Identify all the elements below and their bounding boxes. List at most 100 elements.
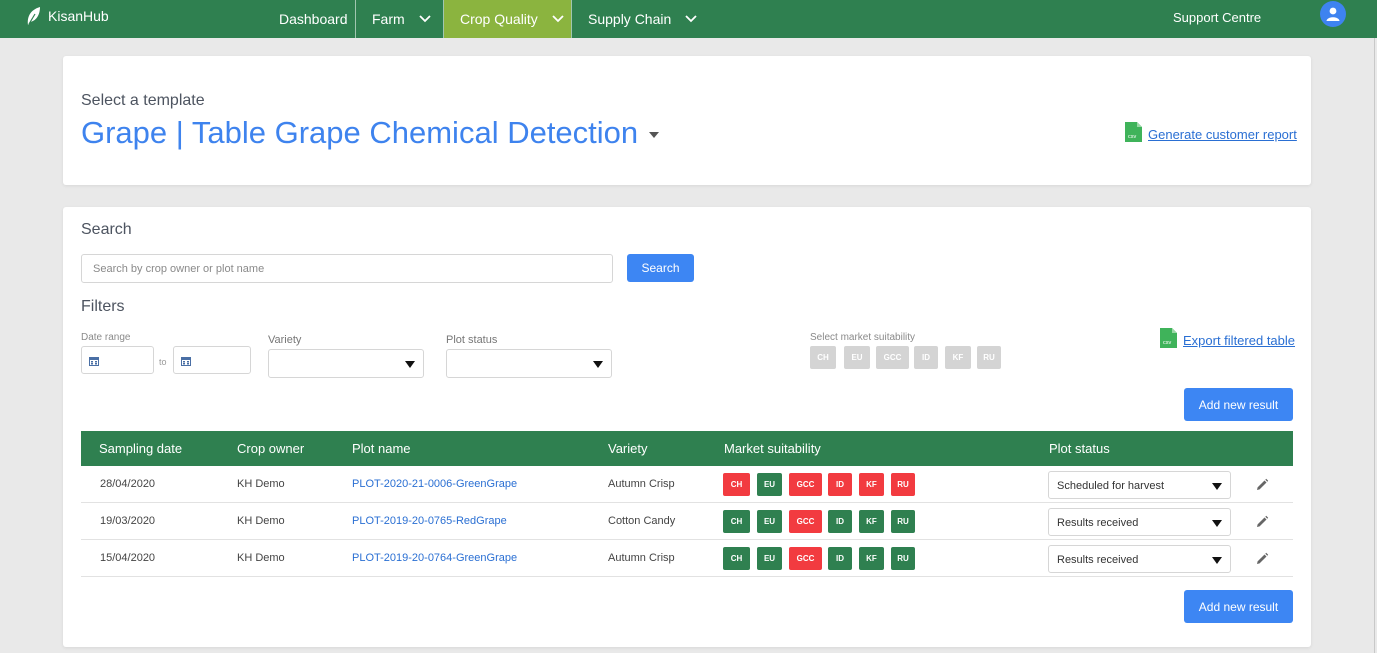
market-filter-chip[interactable]: CH [810,346,836,369]
market-filter-chip[interactable]: GCC [876,346,909,369]
nav-crop-quality-label: Crop Quality [460,11,538,27]
nav-farm[interactable]: Farm [356,0,444,38]
cell-crop-owner: KH Demo [237,552,285,564]
market-chip[interactable]: ID [828,510,852,533]
market-chip[interactable]: GCC [789,473,822,496]
market-chip[interactable]: ID [828,547,852,570]
cell-sampling-date: 19/03/2020 [100,515,156,527]
cell-variety: Autumn Crisp [608,552,675,564]
chevron-down-icon [419,15,431,23]
market-chip[interactable]: ID [828,473,852,496]
cell-crop-owner: KH Demo [237,515,285,527]
csv-badge-text: csv [1128,134,1137,140]
csv-file-icon: csv [1125,122,1142,142]
results-card: Search Search Filters Date range to Vari… [63,207,1311,647]
filters-heading: Filters [81,298,125,315]
nav-dashboard[interactable]: Dashboard [263,0,355,38]
column-header-crop-owner[interactable]: Crop owner [237,441,304,456]
market-chip[interactable]: RU [891,473,915,496]
column-header-sampling-date[interactable]: Sampling date [99,441,182,456]
plot-status-value: Results received [1057,554,1139,566]
market-chip[interactable]: EU [757,473,782,496]
market-suitability-label: Select market suitability [810,332,916,343]
nav-supply-chain[interactable]: Supply Chain [572,0,702,38]
market-chip[interactable]: KF [859,510,884,533]
add-new-result-button[interactable]: Add new result [1184,590,1293,623]
user-avatar[interactable] [1320,1,1346,27]
brand-logo[interactable]: KisanHub [26,3,109,29]
dropdown-arrow-icon [1212,483,1222,490]
table-row: 19/03/2020 KH Demo PLOT-2019-20-0765-Red… [81,503,1293,540]
dropdown-arrow-icon [1212,557,1222,564]
market-filter-chip[interactable]: RU [977,346,1001,369]
search-heading: Search [81,221,132,238]
column-header-variety[interactable]: Variety [608,441,648,456]
dropdown-arrow-icon [405,361,415,368]
market-chip[interactable]: RU [891,510,915,533]
leaf-icon [27,7,40,25]
column-header-plot-status[interactable]: Plot status [1049,441,1110,456]
market-chip[interactable]: GCC [789,510,822,533]
market-filter-chip[interactable]: ID [914,346,938,369]
user-icon [1326,7,1340,21]
results-table-header: Sampling date Crop owner Plot name Varie… [81,431,1293,466]
variety-select[interactable] [268,349,424,378]
market-filter-chip[interactable]: KF [945,346,971,369]
cell-plot-link[interactable]: PLOT-2019-20-0765-RedGrape [352,515,507,527]
plot-status-value: Results received [1057,517,1139,529]
plot-status-value: Scheduled for harvest [1057,480,1165,492]
dropdown-arrow-icon [593,361,603,368]
brand-name: KisanHub [48,8,109,24]
search-input[interactable] [81,254,613,283]
column-header-market-suitability[interactable]: Market suitability [724,441,821,456]
market-chip[interactable]: RU [891,547,915,570]
nav-supply-chain-label: Supply Chain [588,11,672,27]
market-chip[interactable]: KF [859,547,884,570]
market-chip[interactable]: CH [723,473,750,496]
template-selector[interactable]: Grape | Table Grape Chemical Detection [81,115,660,151]
nav-farm-label: Farm [372,11,405,27]
plot-status-select[interactable] [446,349,612,378]
export-filtered-table-label: Export filtered table [1183,333,1296,348]
nav-crop-quality[interactable]: Crop Quality [444,0,571,38]
date-range-to-label: to [159,357,167,367]
market-chip[interactable]: EU [757,547,782,570]
template-selected-name: Grape | Table Grape Chemical Detection [81,115,639,150]
add-new-result-button[interactable]: Add new result [1184,388,1293,421]
chevron-down-icon [685,15,697,23]
pencil-icon[interactable] [1255,478,1269,492]
dropdown-arrow-icon [1212,520,1222,527]
date-to-input[interactable] [173,346,251,374]
table-row: 15/04/2020 KH Demo PLOT-2019-20-0764-Gre… [81,540,1293,577]
variety-label: Variety [268,334,302,346]
scrollbar-edge [1374,38,1375,653]
market-chip[interactable]: EU [757,510,782,533]
plot-status-dropdown[interactable]: Scheduled for harvest [1048,471,1231,499]
chevron-down-icon [552,15,564,23]
column-header-plot-name[interactable]: Plot name [352,441,411,456]
pencil-icon[interactable] [1255,552,1269,566]
search-button[interactable]: Search [627,254,694,282]
cell-sampling-date: 15/04/2020 [100,552,156,564]
market-chip[interactable]: KF [859,473,884,496]
export-filtered-table-link[interactable]: csv Export filtered table [1160,328,1295,348]
caret-down-icon [649,132,660,138]
support-centre-link[interactable]: Support Centre [1173,10,1261,25]
market-chip[interactable]: CH [723,547,750,570]
generate-report-link[interactable]: csv Generate customer report [1125,122,1297,142]
nav-dashboard-label: Dashboard [279,11,348,27]
market-chip[interactable]: GCC [789,547,822,570]
cell-plot-link[interactable]: PLOT-2019-20-0764-GreenGrape [352,552,517,564]
cell-plot-link[interactable]: PLOT-2020-21-0006-GreenGrape [352,478,517,490]
generate-report-label: Generate customer report [1148,127,1297,142]
pencil-icon[interactable] [1255,515,1269,529]
market-filter-chip[interactable]: EU [844,346,870,369]
date-from-input[interactable] [81,346,154,374]
calendar-icon [181,357,191,366]
calendar-icon [89,357,99,366]
template-label: Select a template [81,92,205,109]
cell-crop-owner: KH Demo [237,478,285,490]
market-chip[interactable]: CH [723,510,750,533]
plot-status-dropdown[interactable]: Results received [1048,545,1231,573]
plot-status-dropdown[interactable]: Results received [1048,508,1231,536]
